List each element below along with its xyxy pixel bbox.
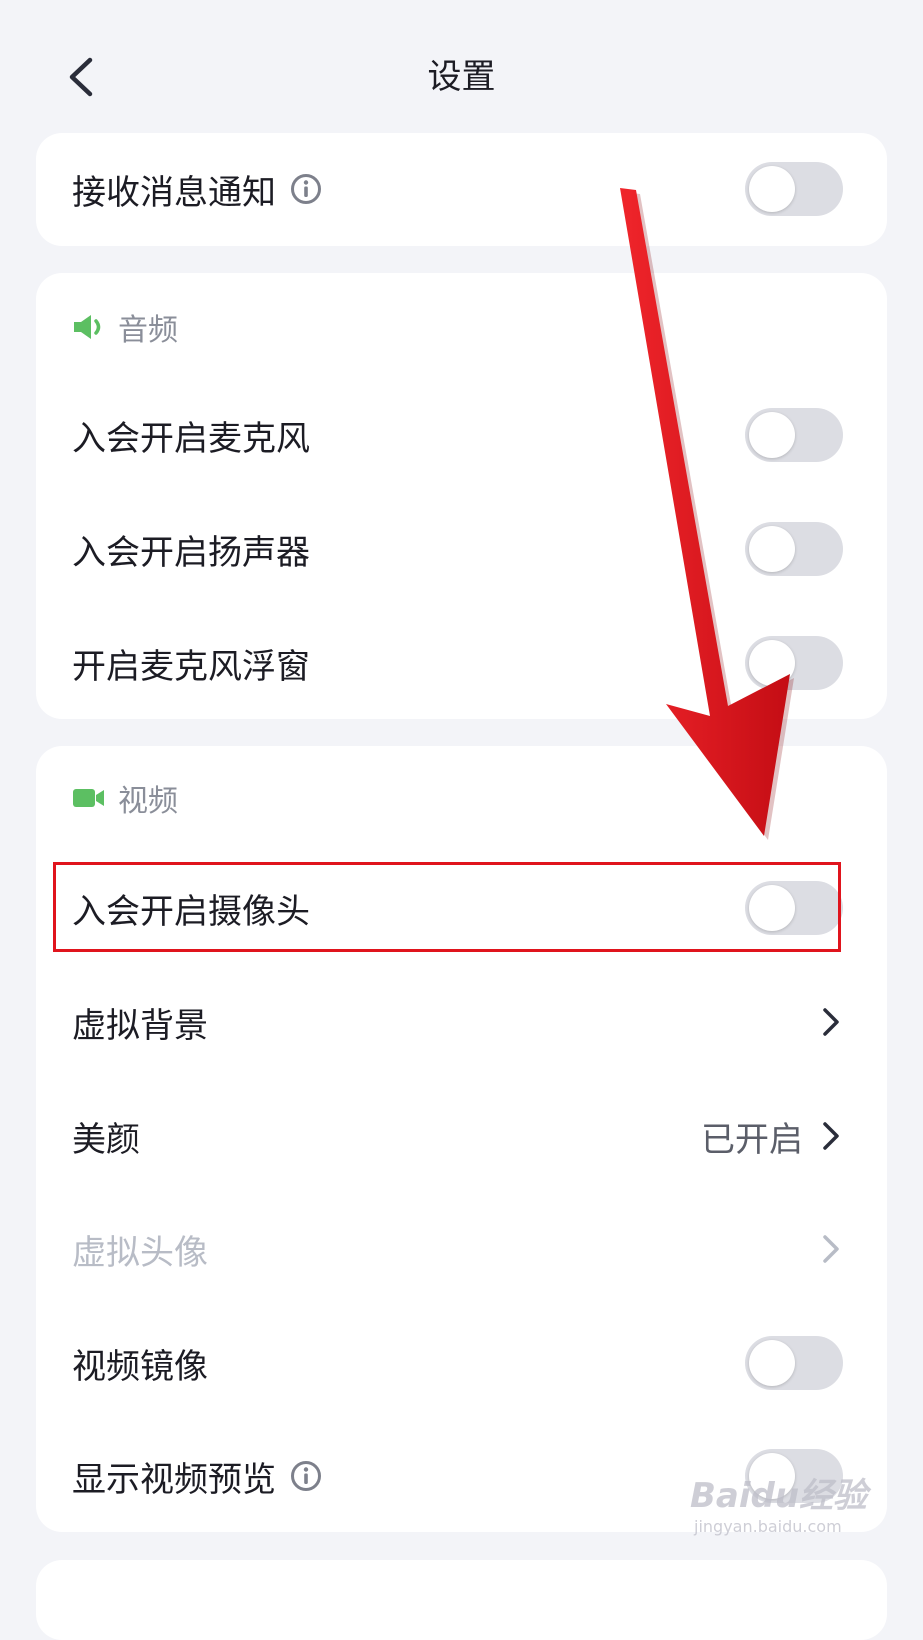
video-card: 视频 入会开启摄像头 虚拟背景 美颜 已开启 虚拟头像 视频镜像 显示视频预览 [36,746,887,1532]
top-bar: 设置 [0,0,923,135]
mic-floating-window-toggle[interactable] [745,636,843,690]
camera-on-join-label: 入会开启摄像头 [72,891,310,932]
camera-on-join-row: 入会开启摄像头 [36,858,887,958]
speaker-icon [74,315,101,339]
toggle-knob [749,412,795,458]
chevron-right-icon [823,1122,839,1150]
video-mirror-label: 视频镜像 [72,1346,208,1387]
page-title: 设置 [427,57,496,97]
mic-on-join-toggle[interactable] [745,408,843,462]
virtual-avatar-label: 虚拟头像 [72,1232,208,1273]
toggle-knob [749,166,795,212]
chevron-right-icon [823,1235,839,1263]
beauty-row[interactable]: 美颜 已开启 [36,1086,887,1186]
virtual-background-row[interactable]: 虚拟背景 [36,972,887,1072]
notifications-label: 接收消息通知 [72,172,276,213]
video-mirror-toggle[interactable] [745,1336,843,1390]
video-section-header: 视频 [72,768,178,828]
notifications-card: 接收消息通知 [36,133,887,246]
speaker-on-join-label: 入会开启扬声器 [72,532,310,573]
video-preview-row: 显示视频预览 [36,1426,887,1526]
toggle-knob [749,526,795,572]
toggle-knob [749,885,795,931]
toggle-knob [749,1453,795,1499]
video-mirror-row: 视频镜像 [36,1313,887,1413]
notifications-row-label-wrap: 接收消息通知 [72,139,322,239]
mic-on-join-label: 入会开启麦克风 [72,418,310,459]
notifications-row: 接收消息通知 [36,139,887,239]
mic-on-join-row: 入会开启麦克风 [36,385,887,485]
virtual-avatar-row[interactable]: 虚拟头像 [36,1199,887,1299]
chevron-right-icon [823,1008,839,1036]
video-section-title: 视频 [118,784,178,819]
video-preview-label: 显示视频预览 [72,1459,276,1500]
video-preview-label-wrap: 显示视频预览 [72,1426,322,1526]
toggle-knob [749,1340,795,1386]
info-icon[interactable] [290,173,322,205]
audio-card: 音频 入会开启麦克风 入会开启扬声器 开启麦克风浮窗 [36,273,887,719]
video-camera-icon [73,789,104,807]
camera-on-join-toggle[interactable] [745,881,843,935]
speaker-on-join-row: 入会开启扬声器 [36,499,887,599]
virtual-background-label: 虚拟背景 [72,1005,208,1046]
video-preview-toggle[interactable] [745,1449,843,1503]
mic-floating-window-row: 开启麦克风浮窗 [36,613,887,713]
speaker-on-join-toggle[interactable] [745,522,843,576]
audio-section-header: 音频 [72,297,178,357]
beauty-status: 已开启 [701,1119,803,1160]
mic-floating-window-label: 开启麦克风浮窗 [72,646,310,687]
audio-section-title: 音频 [118,313,178,348]
notifications-toggle[interactable] [745,162,843,216]
next-settings-card [36,1560,887,1640]
beauty-label: 美颜 [72,1119,140,1160]
info-icon[interactable] [290,1460,322,1492]
toggle-knob [749,640,795,686]
